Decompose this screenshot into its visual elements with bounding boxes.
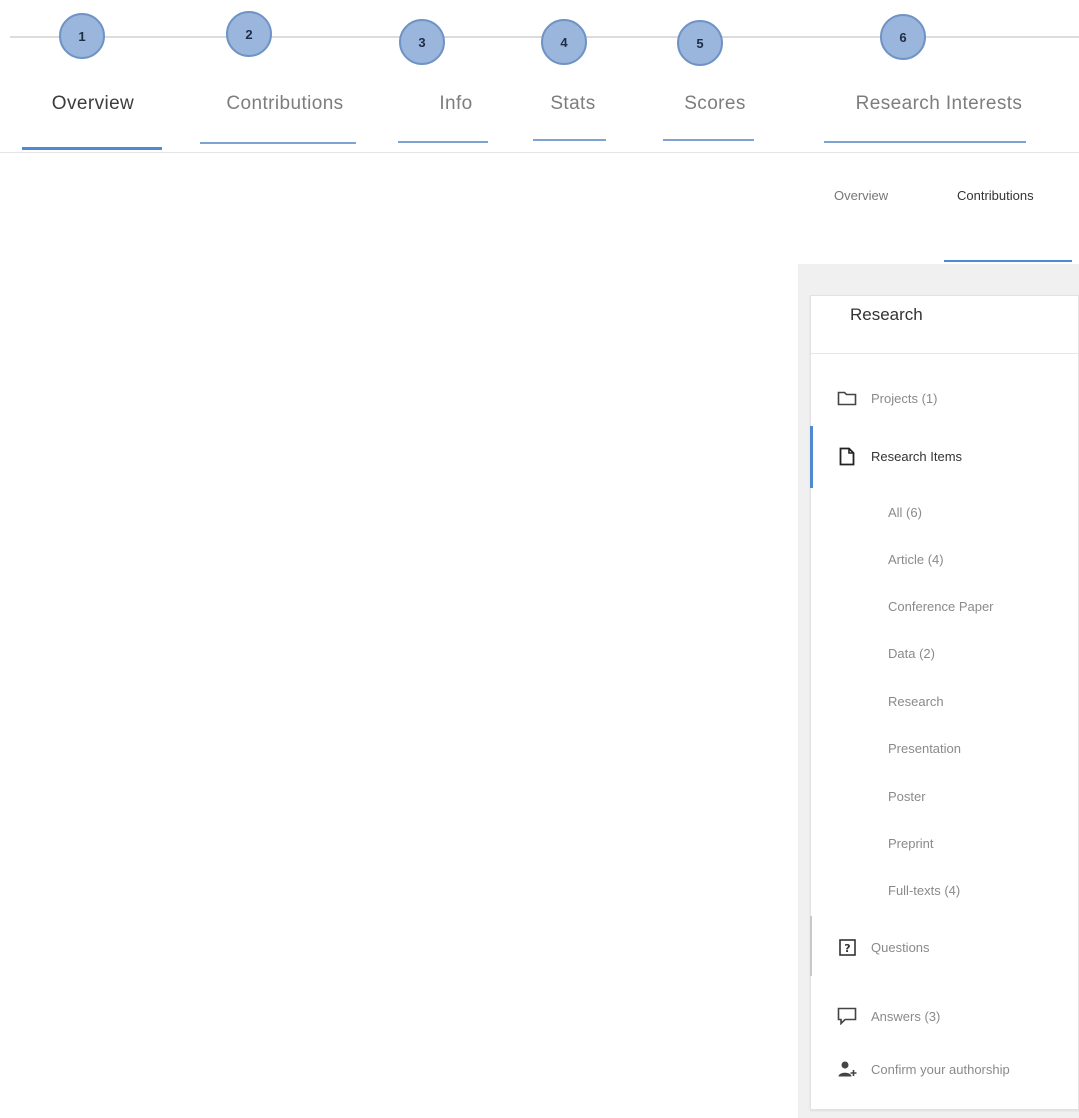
sub-item-all[interactable]: All (6) [888, 505, 922, 520]
menu-item-questions[interactable]: ? Questions [811, 927, 1078, 967]
sub-item-presentation[interactable]: Presentation [888, 741, 961, 756]
research-menu-card: Research Projects (1) Research Items All… [810, 295, 1079, 1110]
tab-info-underline [398, 141, 488, 143]
sub-item-poster[interactable]: Poster [888, 789, 926, 804]
tab-stats-underline [533, 139, 606, 141]
card-header: Research [811, 296, 1078, 354]
tab-scores-underline [663, 139, 754, 141]
stepper-divider [0, 152, 1079, 153]
step-5-badge[interactable]: 5 [677, 20, 723, 66]
sub-item-article[interactable]: Article (4) [888, 552, 944, 567]
profile-stepper-nav: 1 2 3 4 5 6 Overview Contributions Info … [0, 0, 1079, 160]
subtab-contributions[interactable]: Contributions [957, 188, 1034, 203]
document-icon [837, 446, 857, 466]
menu-item-confirm-authorship[interactable]: Confirm your authorship [811, 1049, 1078, 1089]
tab-scores[interactable]: Scores [660, 93, 770, 115]
sub-item-full-texts[interactable]: Full-texts (4) [888, 883, 960, 898]
subtab-active-underline [944, 260, 1072, 262]
sub-item-research[interactable]: Research [888, 694, 944, 709]
sub-item-conference-paper[interactable]: Conference Paper [888, 599, 994, 614]
profile-subtabs: Overview Contributions [820, 176, 1079, 266]
folder-icon [837, 388, 857, 408]
tab-contributions[interactable]: Contributions [200, 93, 370, 115]
tab-info[interactable]: Info [398, 93, 514, 115]
menu-item-research-items[interactable]: Research Items [811, 436, 1078, 476]
step-1-badge[interactable]: 1 [59, 13, 105, 59]
menu-item-answers-label: Answers (3) [871, 1008, 941, 1024]
sub-item-data[interactable]: Data (2) [888, 646, 935, 661]
comment-icon [837, 1006, 857, 1026]
sub-item-preprint[interactable]: Preprint [888, 836, 934, 851]
tab-research-interests-underline [824, 141, 1026, 143]
step-4-badge[interactable]: 4 [541, 19, 587, 65]
tab-overview-underline [22, 147, 162, 150]
tab-research-interests[interactable]: Research Interests [820, 93, 1058, 115]
menu-item-projects-label: Projects (1) [871, 390, 938, 406]
question-icon: ? [837, 937, 857, 957]
tab-overview[interactable]: Overview [24, 93, 162, 115]
step-2-badge[interactable]: 2 [226, 11, 272, 57]
step-3-badge[interactable]: 3 [399, 19, 445, 65]
menu-item-answers[interactable]: Answers (3) [811, 996, 1078, 1036]
person-add-icon [837, 1059, 857, 1079]
menu-item-projects[interactable]: Projects (1) [811, 378, 1078, 418]
card-title: Research [850, 305, 923, 324]
tab-stats[interactable]: Stats [533, 93, 613, 115]
menu-item-confirm-authorship-label: Confirm your authorship [871, 1061, 1010, 1077]
menu-item-questions-label: Questions [871, 939, 930, 955]
svg-text:?: ? [844, 942, 850, 955]
subtab-overview[interactable]: Overview [834, 188, 888, 203]
menu-item-research-items-label: Research Items [871, 448, 963, 464]
tab-contributions-underline [200, 142, 356, 144]
step-6-badge[interactable]: 6 [880, 14, 926, 60]
